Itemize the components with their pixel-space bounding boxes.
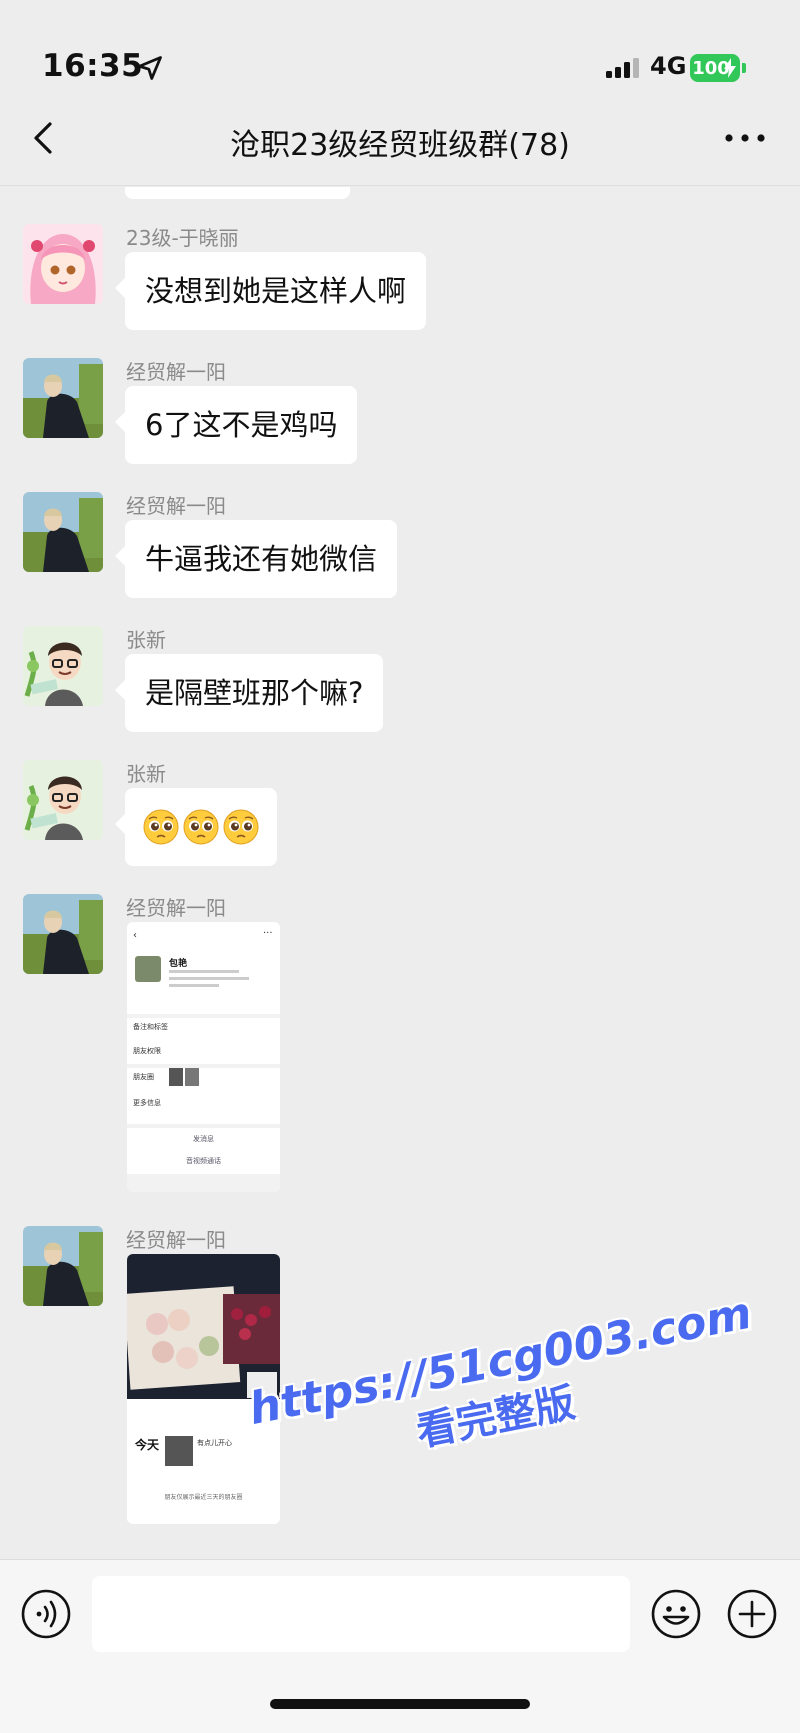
pleading-face-emoji bbox=[223, 809, 259, 845]
message-text: 没想到她是这样人啊 bbox=[145, 274, 407, 308]
network-type: 4G bbox=[650, 52, 687, 80]
man-coat-avatar[interactable] bbox=[23, 894, 103, 974]
moments-post-text: 有点儿开心 bbox=[197, 1439, 232, 1447]
profile-avatar bbox=[135, 956, 161, 982]
contact-profile-screenshot[interactable]: ‹ ··· 包艳 备注和标签 朋友权限 朋友圈 更多信息 发消息 音视频通话 bbox=[127, 922, 280, 1192]
cartoon-glasses-avatar[interactable] bbox=[23, 760, 103, 840]
moments-footer: 朋友仅展示最近三天的朋友圈 bbox=[164, 1494, 243, 1501]
man-coat-avatar[interactable] bbox=[23, 1226, 103, 1306]
home-indicator[interactable] bbox=[270, 1699, 530, 1709]
signal-bars-icon bbox=[606, 58, 639, 78]
location-arrow-icon bbox=[138, 56, 162, 80]
profile-video-call: 音视频通话 bbox=[186, 1157, 221, 1165]
sender-name: 经贸解一阳 bbox=[126, 1228, 226, 1252]
voice-input-icon[interactable] bbox=[20, 1588, 72, 1640]
battery-icon: 100 bbox=[690, 54, 746, 82]
man-coat-avatar[interactable] bbox=[23, 492, 103, 572]
emoji-row bbox=[143, 788, 259, 866]
message-bubble[interactable]: 牛逼我还有她微信 bbox=[114, 520, 398, 598]
status-bar: 16:35 4G 100 bbox=[0, 0, 800, 100]
profile-row: 朋友权限 bbox=[133, 1047, 161, 1055]
sender-name: 23级-于晓丽 bbox=[126, 226, 239, 250]
cartoon-glasses-avatar[interactable] bbox=[23, 626, 103, 706]
profile-send-message: 发消息 bbox=[193, 1135, 214, 1143]
man-coat-avatar[interactable] bbox=[23, 358, 103, 438]
message-bubble[interactable]: 6了这不是鸡吗 bbox=[114, 386, 358, 464]
message-text: 牛逼我还有她微信 bbox=[145, 542, 378, 576]
profile-name: 包艳 bbox=[169, 959, 188, 969]
message-bubble[interactable]: 是隔壁班那个嘛? bbox=[114, 654, 384, 732]
pleading-face-emoji bbox=[143, 809, 179, 845]
status-time: 16:35 bbox=[42, 48, 144, 84]
moments-post-thumb bbox=[165, 1436, 193, 1466]
sender-name: 张新 bbox=[126, 628, 166, 652]
sender-name: 经贸解一阳 bbox=[126, 360, 226, 384]
chat-header: 沧职23级经贸班级群(78) bbox=[0, 100, 800, 186]
moments-screenshot[interactable]: 今天 有点儿开心 朋友仅展示最近三天的朋友圈 bbox=[127, 1254, 280, 1524]
anime-girl-avatar[interactable] bbox=[23, 224, 103, 304]
add-attachment-icon[interactable] bbox=[726, 1588, 778, 1640]
profile-row: 更多信息 bbox=[133, 1099, 161, 1107]
pleading-face-emoji bbox=[183, 809, 219, 845]
sender-name: 张新 bbox=[126, 762, 166, 786]
emoji-picker-icon[interactable] bbox=[650, 1588, 702, 1640]
sender-name: 经贸解一阳 bbox=[126, 494, 226, 518]
message-bubble[interactable]: 没想到她是这样人啊 bbox=[114, 252, 427, 330]
moments-today: 今天 bbox=[135, 1438, 160, 1452]
message-text: 是隔壁班那个嘛? bbox=[145, 676, 364, 710]
input-bar bbox=[0, 1559, 800, 1733]
profile-row: 朋友圈 bbox=[133, 1073, 154, 1081]
moments-cover-photo bbox=[127, 1254, 280, 1399]
sender-name: 经贸解一阳 bbox=[126, 896, 226, 920]
message-list[interactable]: 23级-于晓丽 没想到她是这样人啊 经贸解一阳 6了这不是鸡吗 经贸解一阳 牛逼… bbox=[0, 187, 800, 1559]
message-text: 6了这不是鸡吗 bbox=[145, 408, 338, 442]
message-input[interactable] bbox=[92, 1576, 630, 1652]
chat-title: 沧职23级经贸班级群(78) bbox=[230, 128, 570, 163]
previous-message-bubble[interactable] bbox=[125, 187, 350, 199]
message-bubble[interactable] bbox=[115, 788, 277, 866]
profile-row: 备注和标签 bbox=[133, 1023, 168, 1031]
more-options-icon[interactable] bbox=[718, 120, 772, 156]
